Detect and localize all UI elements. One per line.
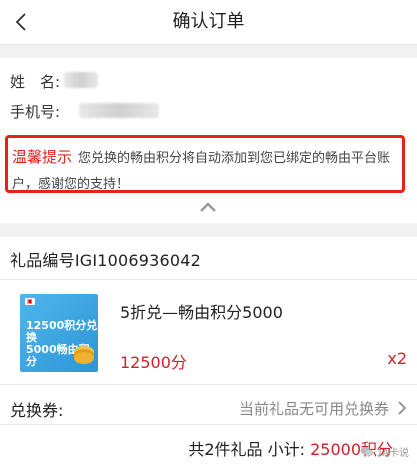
divider (0, 384, 417, 385)
name-value-redacted (64, 72, 98, 88)
phone-label: 手机号: (10, 103, 61, 121)
chevron-up-icon[interactable] (198, 201, 218, 213)
notice-box: 温馨提示 您兑换的畅由积分将自动添加到您已绑定的畅由平台账户，感谢您的支持！ (5, 135, 405, 193)
order-card: 礼品编号IGI1006936042 ▣ 12500积分兑换 5000畅由积分 5… (0, 237, 417, 470)
contact-info-card: 姓 名: 手机号: 温馨提示 您兑换的畅由积分将自动添加到您已绑定的畅由平台账户，… (0, 58, 417, 223)
product-thumbnail[interactable]: ▣ 12500积分兑换 5000畅由积分 (20, 294, 98, 372)
bank-logo: ▣ (25, 298, 35, 305)
gift-number-label: 礼品编号 (10, 251, 75, 270)
watermark: TA卡说 (360, 444, 409, 459)
product-price: 12500分 (120, 353, 187, 372)
summary-prefix: 共2件礼品 小计: (188, 440, 305, 459)
chevron-right-icon[interactable] (395, 399, 409, 417)
phone-value-redacted (79, 103, 159, 118)
product-name: 5折兑—畅由积分5000 (120, 303, 283, 322)
gift-number-value: IGI1006936042 (74, 251, 202, 270)
thumbnail-line1: 12500积分兑换 (26, 319, 98, 344)
coupon-label: 兑换券: (10, 401, 64, 420)
notice-title: 温馨提示 (12, 148, 73, 166)
page-title: 确认订单 (172, 11, 245, 32)
header-bar: 确认订单 (0, 0, 417, 45)
product-quantity: x2 (387, 349, 407, 368)
watermark-text: TA卡说 (376, 448, 409, 459)
divider (0, 279, 417, 280)
coupon-value[interactable]: 当前礼品无可用兑换券 (239, 398, 389, 419)
wechat-icon (360, 446, 374, 456)
name-label: 姓 名: (10, 73, 61, 91)
coin-stack-icon (74, 352, 94, 364)
gift-number: 礼品编号IGI1006936042 (10, 247, 201, 271)
divider (0, 424, 417, 425)
